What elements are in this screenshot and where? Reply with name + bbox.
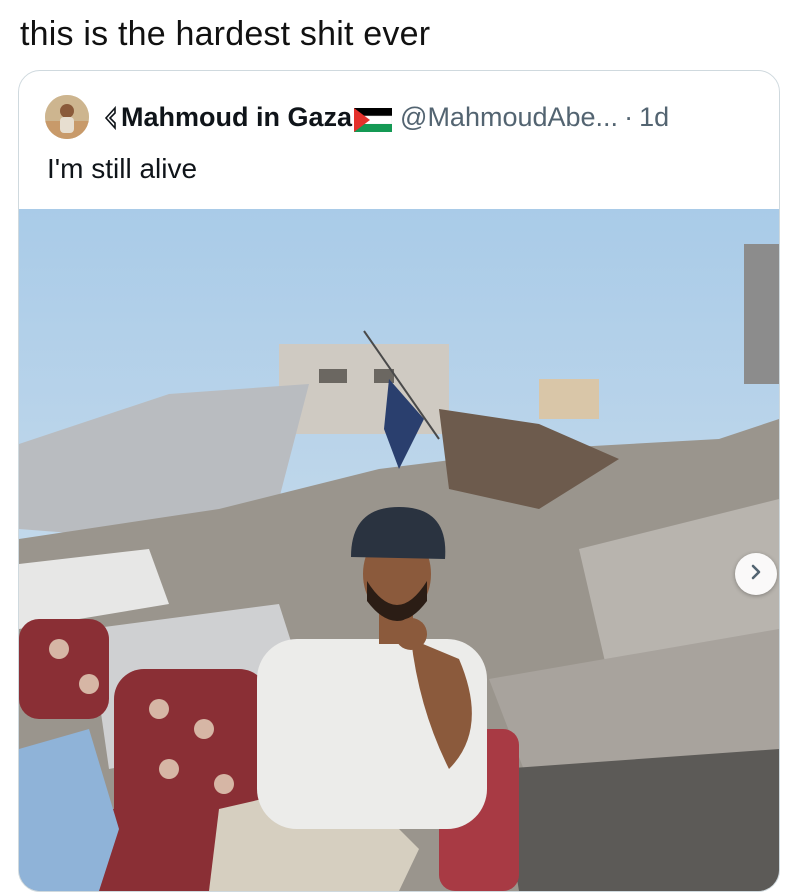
author-name[interactable]: Mahmoud in Gaza <box>121 99 352 135</box>
post-photo[interactable] <box>19 209 779 891</box>
carousel-next-button[interactable] <box>735 553 777 595</box>
quoted-post-header: Mahmoud in Gaza @MahmoudAbe... · 1d I'm … <box>19 71 779 209</box>
chevron-right-icon <box>747 563 765 586</box>
keyhole-icon <box>103 104 117 131</box>
author-handle[interactable]: @MahmoudAbe... <box>400 99 618 135</box>
author-avatar[interactable] <box>45 95 89 139</box>
palestine-flag-icon <box>353 105 393 132</box>
post-timestamp[interactable]: 1d <box>639 99 669 135</box>
quoted-post-card[interactable]: Mahmoud in Gaza @MahmoudAbe... · 1d I'm … <box>18 70 780 892</box>
separator-dot: · <box>624 102 634 132</box>
post-caption: this is the hardest shit ever <box>20 15 431 53</box>
quoted-post-text: I'm still alive <box>47 153 198 184</box>
author-row: Mahmoud in Gaza @MahmoudAbe... · 1d <box>103 99 669 135</box>
